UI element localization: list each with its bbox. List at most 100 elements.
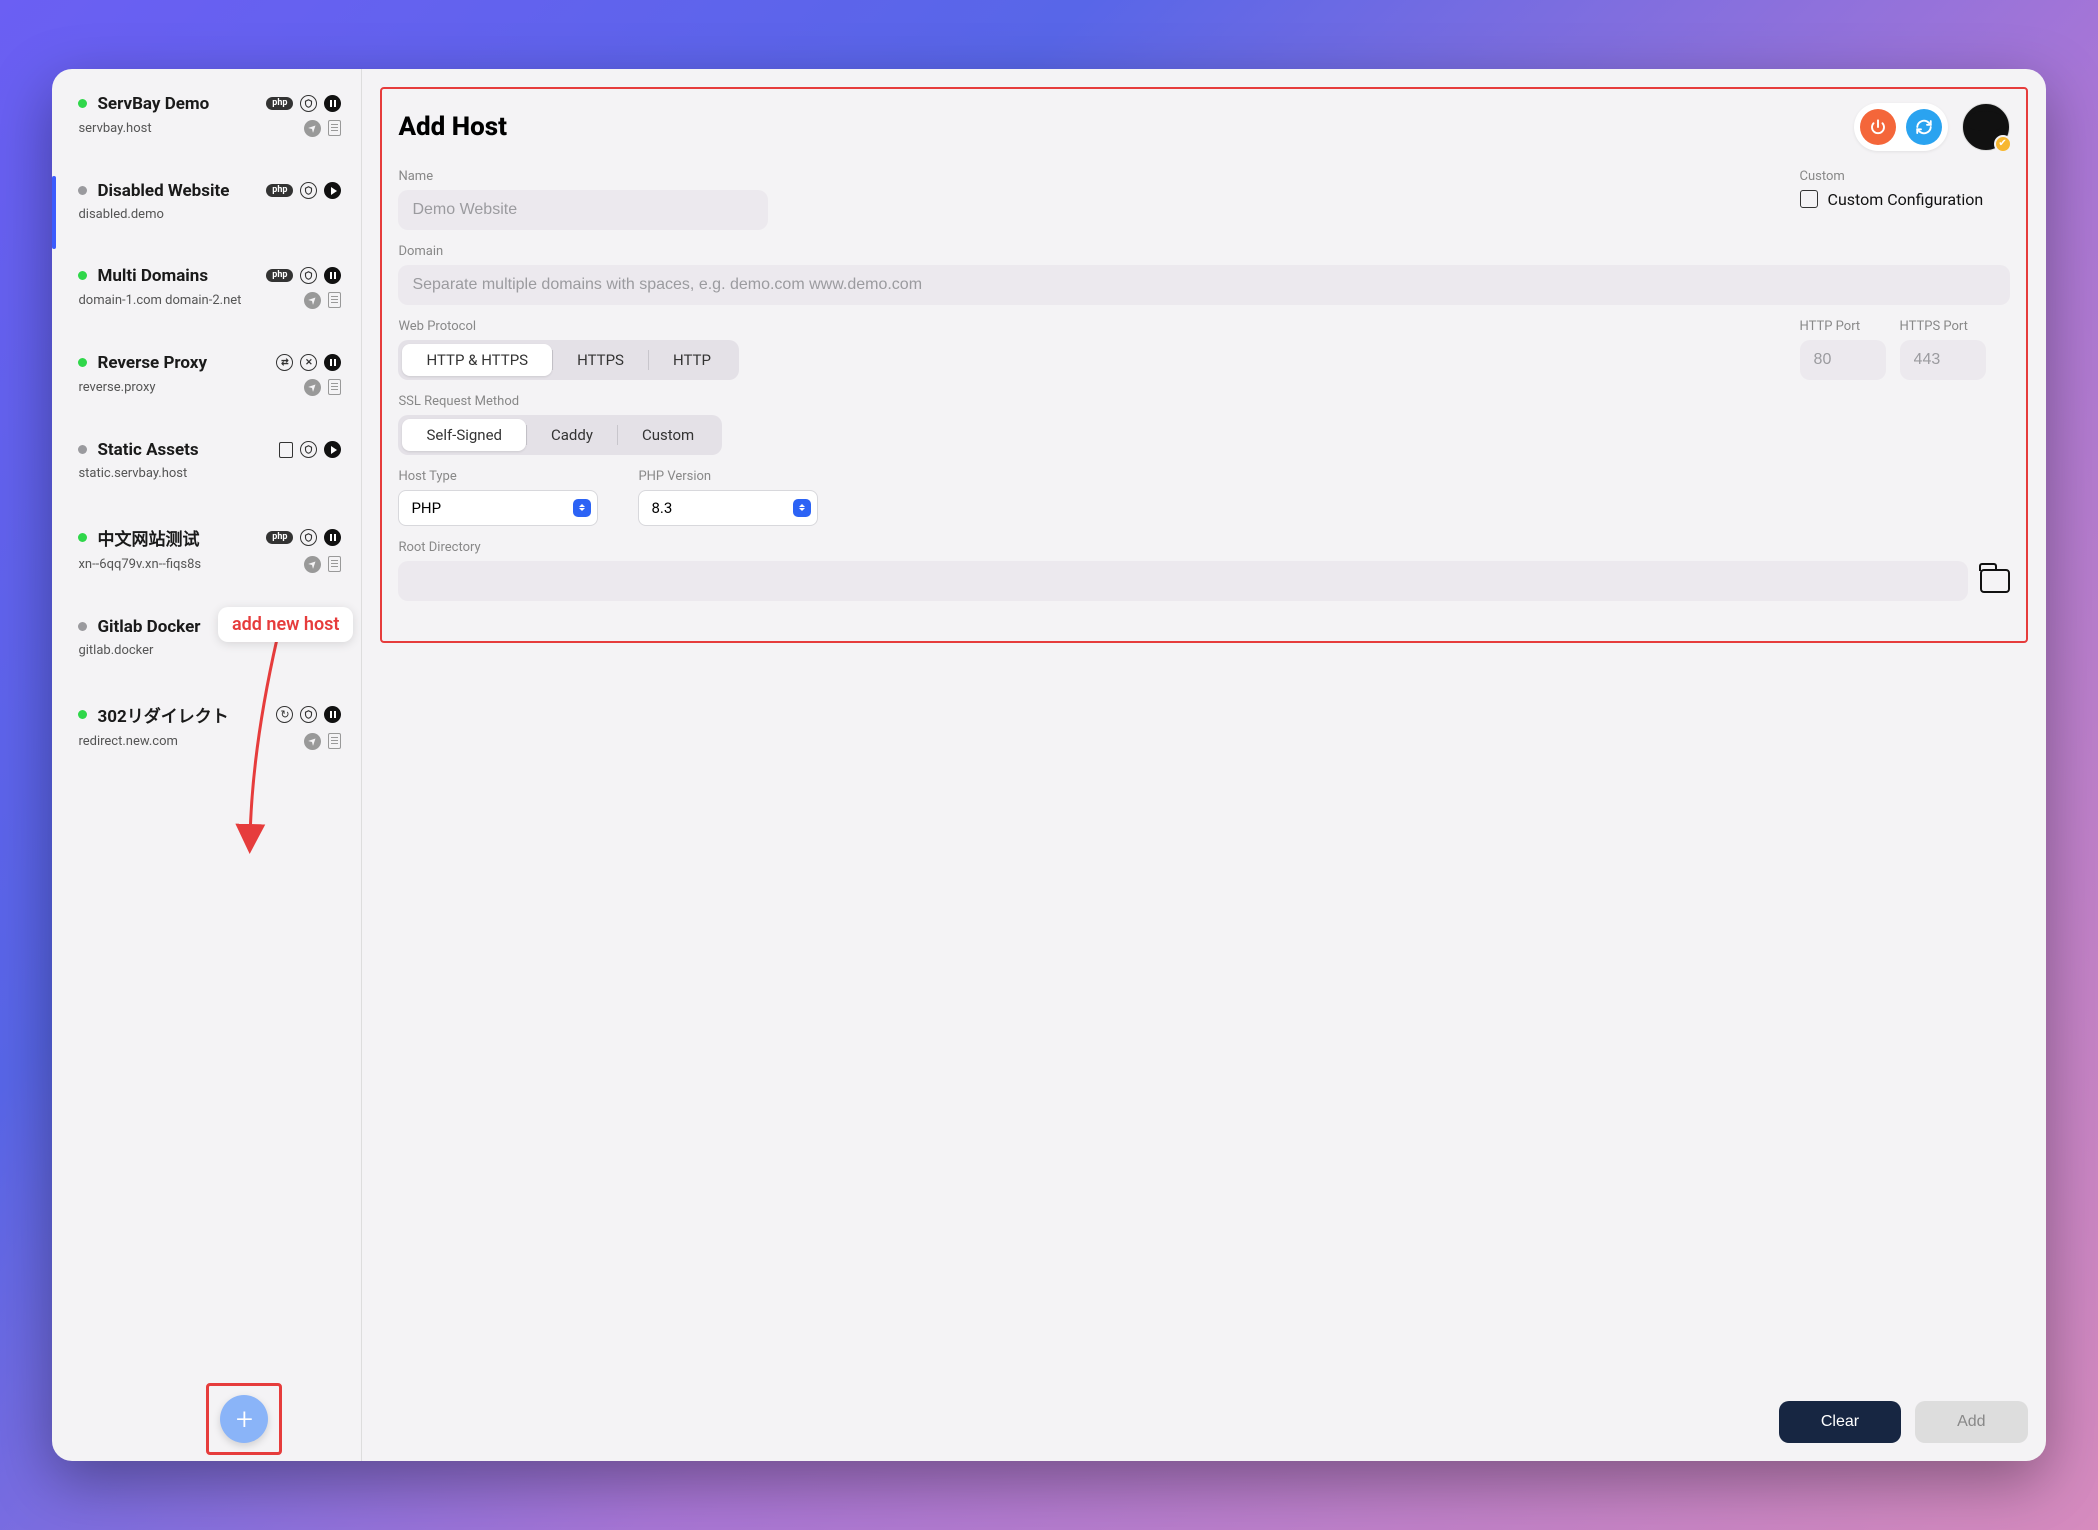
host-domain: static.servbay.host (78, 466, 187, 481)
host-icon-row: php (266, 95, 341, 112)
host-name: Reverse Proxy (97, 353, 266, 373)
host-domain: reverse.proxy (78, 380, 155, 395)
shield-off-icon: ✕ (300, 354, 317, 371)
host-sub-icons (304, 292, 341, 309)
compass-icon[interactable] (304, 379, 321, 396)
php-badge: php (266, 269, 293, 282)
host-domain: xn--6qq79v.xn--fiqs8s (78, 557, 201, 572)
compass-icon[interactable] (304, 556, 321, 573)
play-icon[interactable] (324, 441, 341, 458)
shield-icon (300, 182, 317, 199)
document-icon[interactable] (328, 733, 341, 749)
header-action-pill (1854, 103, 1948, 151)
host-sub-icons (304, 379, 341, 396)
header-actions: ✔ (1854, 103, 2010, 151)
refresh-button[interactable] (1906, 109, 1942, 145)
main-panel: Add Host ✔ (362, 69, 2045, 1461)
chevron-updown-icon (793, 499, 811, 517)
host-type-select[interactable]: PHP (398, 490, 598, 526)
shield-icon (300, 95, 317, 112)
http-port-input[interactable] (1800, 340, 1886, 380)
sidebar-host-item[interactable]: ServBay Demophpservbay.host (52, 83, 361, 170)
host-domain: disabled.demo (78, 207, 163, 222)
compass-icon[interactable] (304, 120, 321, 137)
sidebar: ServBay Demophpservbay.hostDisabled Webs… (52, 69, 362, 1461)
compass-icon[interactable] (304, 292, 321, 309)
document-icon[interactable] (328, 556, 341, 572)
sidebar-host-item[interactable]: Static Assetsstatic.servbay.host (52, 429, 361, 514)
label-web-protocol: Web Protocol (398, 319, 1771, 334)
sidebar-host-item[interactable]: Disabled Website php disabled.demo (52, 170, 361, 255)
custom-config-checkbox[interactable] (1800, 190, 1818, 208)
host-icon-row: ↻ (276, 706, 341, 723)
status-dot (78, 710, 87, 719)
document-icon[interactable] (328, 120, 341, 136)
php-badge: php (266, 97, 293, 110)
host-icon-row: php (266, 529, 341, 546)
domain-input[interactable] (398, 265, 2009, 305)
status-dot (78, 622, 87, 631)
device-icon (279, 442, 293, 458)
clear-button[interactable]: Clear (1779, 1401, 1901, 1443)
host-sub-icons (304, 733, 341, 750)
host-name: Multi Domains (97, 266, 256, 286)
host-icon-row: ⇄✕ (276, 354, 341, 371)
protocol-option[interactable]: HTTP & HTTPS (402, 344, 552, 376)
pause-icon[interactable] (324, 529, 341, 546)
protocol-option[interactable]: HTTPS (553, 344, 648, 376)
host-sub-icons (304, 120, 341, 137)
host-icon-row: php (266, 182, 341, 199)
ssl-option[interactable]: Self-Signed (402, 419, 526, 451)
php-version-select[interactable]: 8.3 (638, 490, 818, 526)
status-dot (78, 533, 87, 542)
sidebar-host-item[interactable]: 302リダイレクト↻redirect.new.com (52, 691, 361, 783)
chevron-updown-icon (573, 499, 591, 517)
sidebar-host-item[interactable]: Multi Domainsphpdomain-1.com domain-2.ne… (52, 255, 361, 342)
protocol-option[interactable]: HTTP (649, 344, 735, 376)
label-http-port: HTTP Port (1800, 319, 1886, 334)
pause-icon[interactable] (324, 706, 341, 723)
ssl-option[interactable]: Custom (618, 419, 718, 451)
form-highlight-box: Add Host ✔ (380, 87, 2027, 643)
host-sub-icons (304, 556, 341, 573)
ssl-option[interactable]: Caddy (527, 419, 617, 451)
swap-icon: ⇄ (276, 354, 293, 371)
compass-icon[interactable] (304, 733, 321, 750)
document-icon[interactable] (328, 292, 341, 308)
app-window: ServBay Demophpservbay.hostDisabled Webs… (52, 69, 2045, 1461)
add-host-fab[interactable]: + (220, 1395, 268, 1443)
play-icon[interactable] (324, 182, 341, 199)
pause-icon[interactable] (324, 354, 341, 371)
https-port-input[interactable] (1900, 340, 1986, 380)
tooltip-add-host: add new host (218, 607, 353, 642)
status-dot (78, 99, 87, 108)
status-dot (78, 186, 87, 195)
pause-icon[interactable] (324, 95, 341, 112)
root-directory-input[interactable] (398, 561, 1967, 601)
power-button[interactable] (1860, 109, 1896, 145)
name-input[interactable] (398, 190, 768, 230)
label-host-type: Host Type (398, 469, 598, 484)
sidebar-host-item[interactable]: Reverse Proxy⇄✕reverse.proxy (52, 342, 361, 429)
document-icon[interactable] (328, 379, 341, 395)
label-https-port: HTTPS Port (1900, 319, 1986, 334)
host-name: Disabled Website (97, 181, 256, 201)
avatar-badge-icon: ✔ (1994, 135, 2012, 153)
ssl-segmented: Self-SignedCaddyCustom (398, 415, 722, 455)
host-icon-row (279, 441, 341, 458)
status-dot (78, 358, 87, 367)
host-domain: redirect.new.com (78, 734, 177, 749)
footer-actions: Clear Add (1779, 1401, 2028, 1443)
status-dot (78, 445, 87, 454)
shield-icon (300, 441, 317, 458)
protocol-segmented: HTTP & HTTPSHTTPSHTTP (398, 340, 738, 380)
pause-icon[interactable] (324, 267, 341, 284)
php-version-value: 8.3 (651, 499, 672, 517)
shield-icon (300, 529, 317, 546)
add-button[interactable]: Add (1915, 1401, 2027, 1443)
label-php-version: PHP Version (638, 469, 818, 484)
host-domain: servbay.host (78, 121, 151, 136)
folder-icon[interactable] (1980, 569, 2010, 593)
sidebar-host-item[interactable]: 中文网站测试phpxn--6qq79v.xn--fiqs8s (52, 514, 361, 606)
label-name: Name (398, 169, 1771, 184)
